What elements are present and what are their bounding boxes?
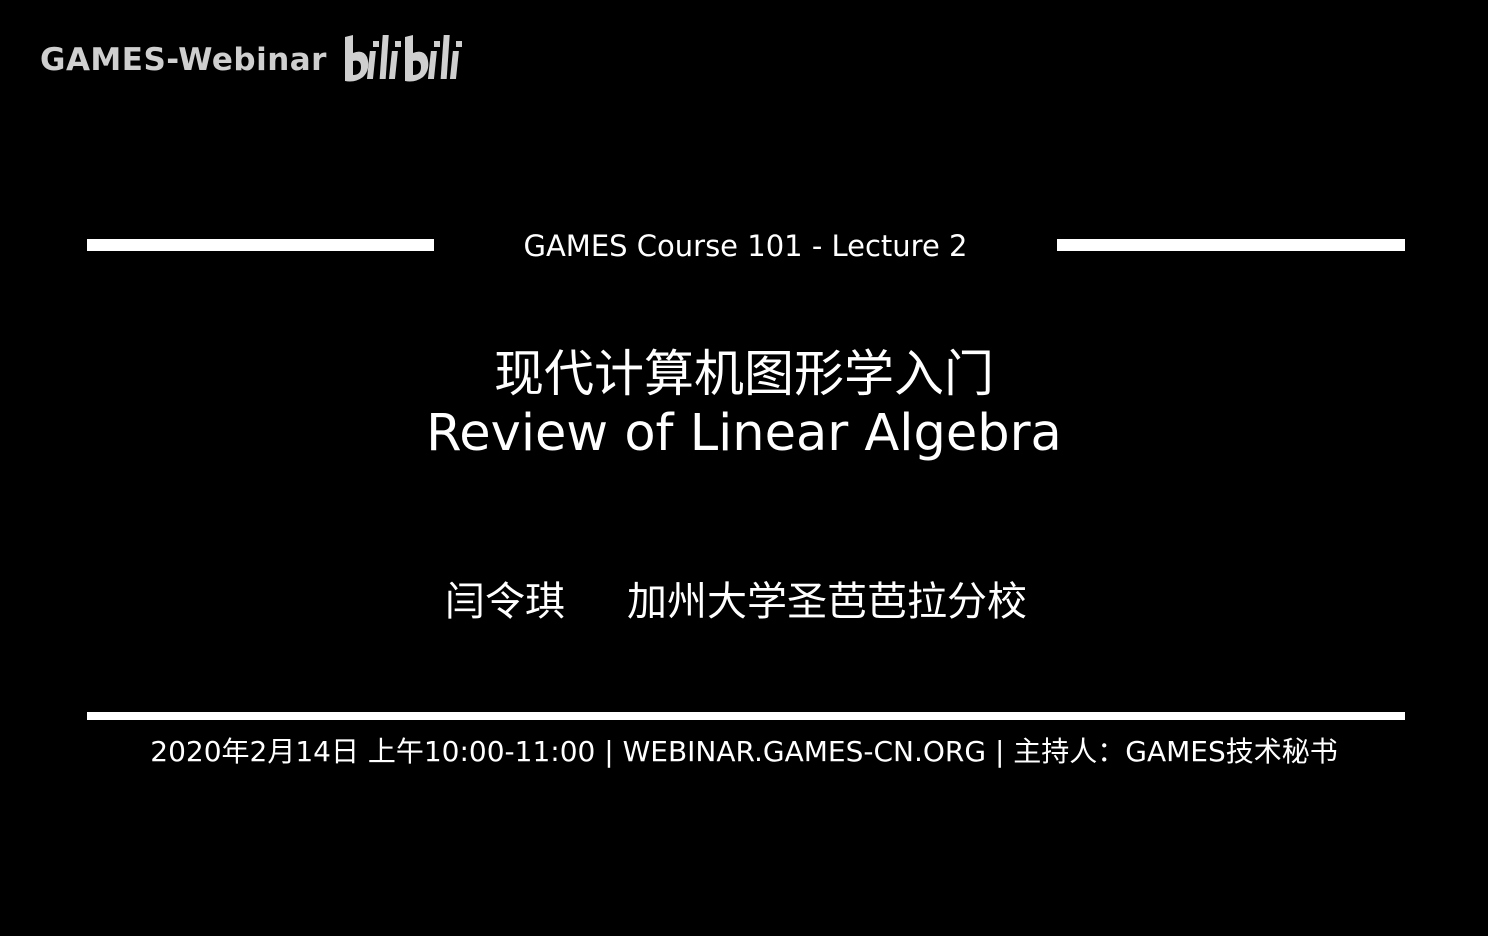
bilibili-logo-icon: bilibili — [344, 35, 462, 82]
channel-watermark: GAMES-Webinar — [40, 28, 465, 92]
channel-name: GAMES-Webinar — [40, 42, 327, 78]
header-rule-right — [1057, 239, 1405, 251]
slide-title-english: Review of Linear Algebra — [426, 404, 1062, 463]
course-label: GAMES Course 101 - Lecture 2 — [523, 229, 968, 263]
header-rule-left — [87, 239, 434, 251]
presenter-name: 闫令琪 — [445, 579, 565, 625]
event-info: 2020年2月14日 上午10:00-11:00 | WEBINAR.GAMES… — [150, 735, 1338, 768]
footer-rule — [87, 712, 1405, 720]
slide-title-chinese: 现代计算机图形学入门 — [494, 345, 994, 403]
presenter-affiliation: 加州大学圣芭芭拉分校 — [627, 579, 1027, 625]
lecture-slide: GAMES-Webinar GAMES Course 101 - Lecture… — [0, 0, 1488, 936]
